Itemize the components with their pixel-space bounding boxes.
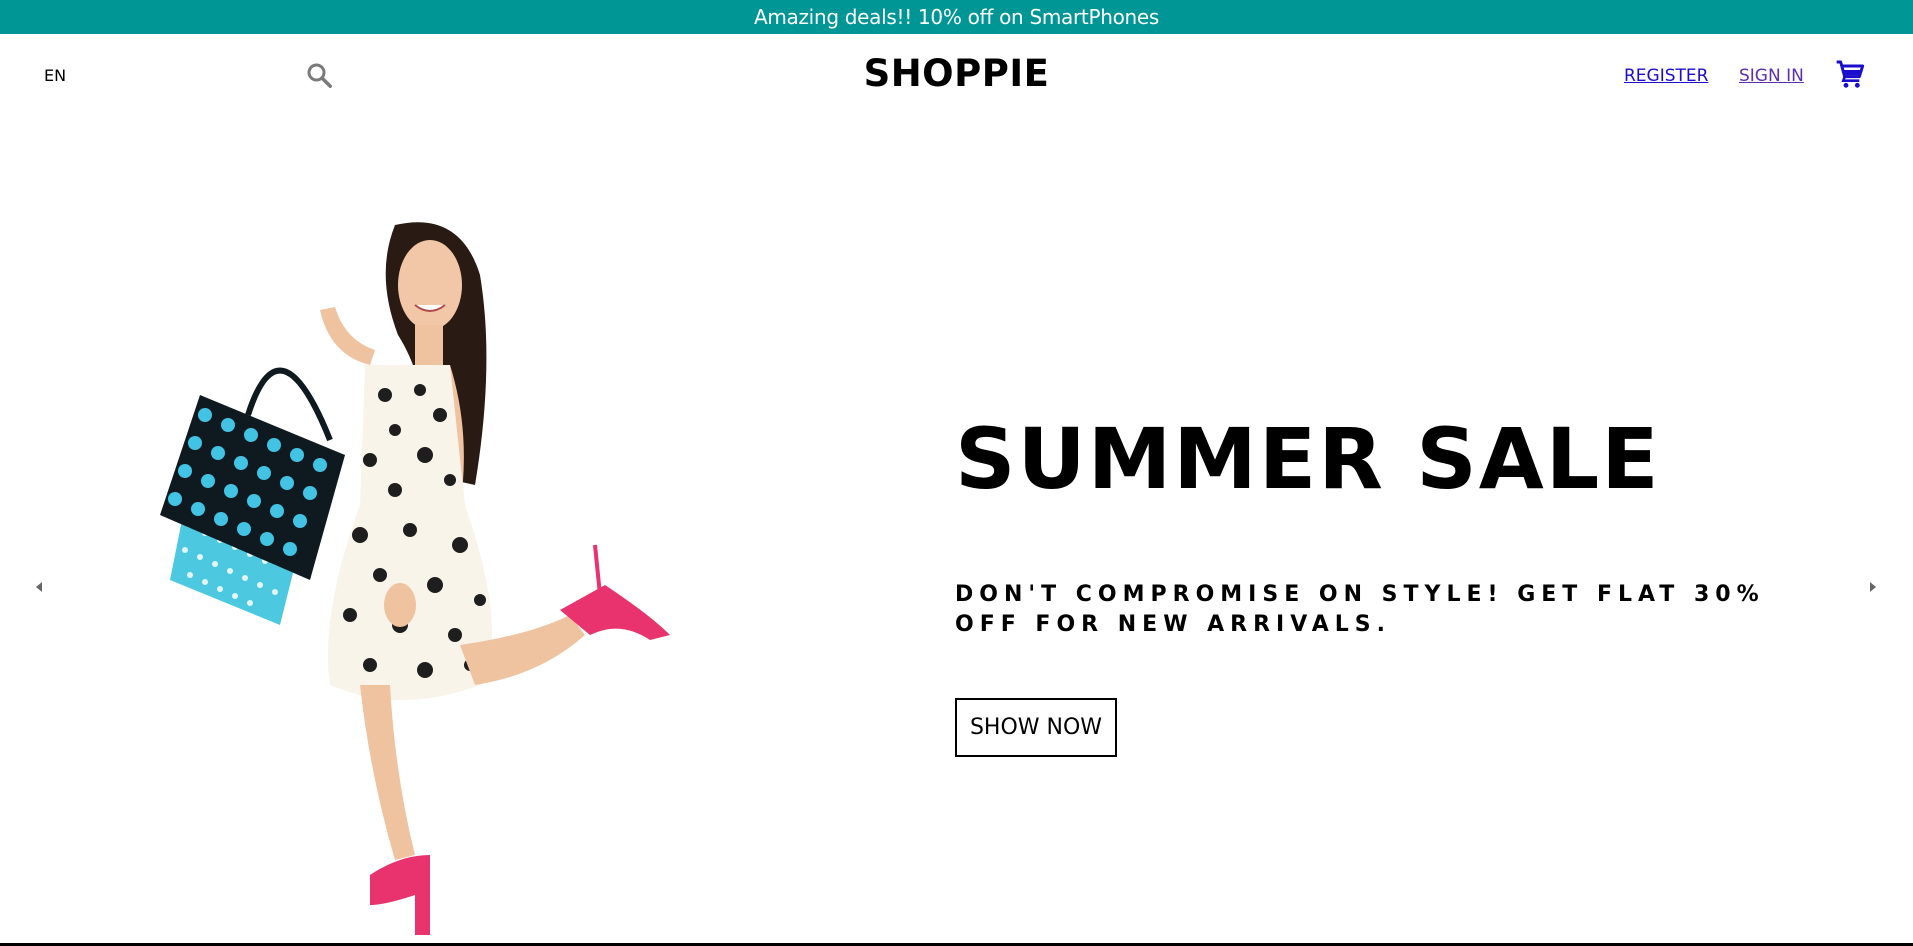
sign-in-link[interactable]: SIGN IN bbox=[1739, 66, 1804, 86]
announcement-bar: Amazing deals!! 10% off on SmartPhones bbox=[0, 0, 1913, 34]
register-link[interactable]: REGISTER bbox=[1624, 66, 1708, 86]
language-selector[interactable]: EN bbox=[44, 66, 66, 85]
show-now-button[interactable]: SHOW NOW bbox=[955, 698, 1117, 757]
slider-next-button[interactable] bbox=[1861, 575, 1885, 599]
woman-with-shopping-bags-image bbox=[160, 222, 670, 935]
arrow-left-icon bbox=[36, 582, 42, 592]
hero-slider: SUMMER SALE DON'T COMPROMISE ON STYLE! G… bbox=[0, 120, 1913, 943]
hero-subtitle: DON'T COMPROMISE ON STYLE! GET FLAT 30% … bbox=[955, 582, 1765, 637]
shopping-cart-icon bbox=[1836, 60, 1865, 88]
hero-title: SUMMER SALE bbox=[955, 410, 1661, 508]
arrow-right-icon bbox=[1870, 582, 1876, 592]
slider-prev-button[interactable] bbox=[27, 575, 51, 599]
cart-button[interactable] bbox=[1834, 58, 1866, 90]
navbar: EN SHOPPIE REGISTER SIGN IN bbox=[0, 34, 1913, 120]
search-button[interactable] bbox=[304, 60, 334, 90]
announcement-text: Amazing deals!! 10% off on SmartPhones bbox=[753, 5, 1160, 29]
search-icon bbox=[307, 63, 332, 88]
